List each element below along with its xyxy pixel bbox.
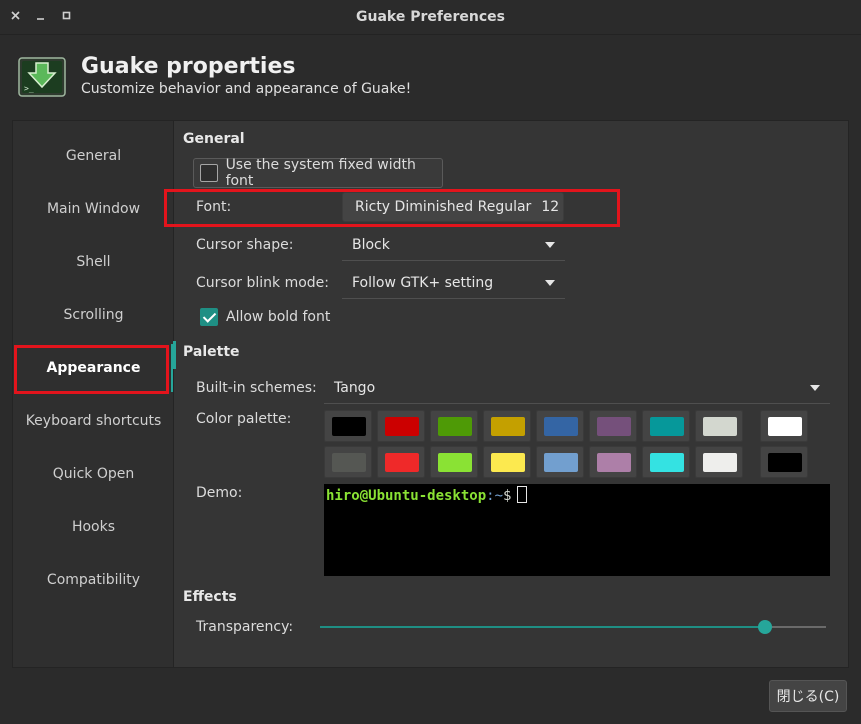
chevron-down-icon [545, 280, 555, 286]
palette-color-swatch [544, 453, 578, 472]
sidebar-item-scrolling[interactable]: Scrolling [13, 291, 174, 339]
palette-color-button[interactable] [483, 410, 531, 442]
close-button[interactable]: 閉じる(C) [769, 680, 847, 712]
palette-color-button[interactable] [536, 410, 584, 442]
palette-color-button[interactable] [695, 446, 743, 478]
system-font-check-icon[interactable] [200, 164, 218, 182]
transparency-slider[interactable] [320, 620, 826, 634]
palette-color-button[interactable] [483, 446, 531, 478]
palette-color-button[interactable] [589, 446, 637, 478]
foreground-color-swatch [768, 417, 802, 436]
bold-font-label: Allow bold font [226, 309, 331, 325]
palette-color-button[interactable] [695, 410, 743, 442]
font-name: Ricty Diminished Regular [355, 199, 532, 215]
palette-color-swatch [703, 417, 737, 436]
font-size: 12 [541, 199, 560, 215]
font-chooser-button[interactable]: Ricty Diminished Regular 12 [342, 192, 564, 222]
chevron-down-icon [545, 242, 555, 248]
palette-color-button[interactable] [324, 446, 372, 478]
foreground-color-button[interactable] [760, 410, 808, 442]
cursor-shape-dropdown[interactable]: Block [342, 229, 565, 261]
transparency-label: Transparency: [196, 619, 294, 635]
cursor-shape-label: Cursor shape: [196, 237, 294, 253]
sidebar-item-general[interactable]: General [13, 132, 174, 180]
palette-color-button[interactable] [642, 446, 690, 478]
builtin-schemes-label: Built-in schemes: [196, 380, 317, 396]
palette-color-button[interactable] [377, 446, 425, 478]
palette-color-swatch [491, 453, 525, 472]
sidebar-item-keyboard-shortcuts[interactable]: Keyboard shortcuts [13, 397, 174, 445]
section-divider [173, 341, 176, 369]
bold-font-check-icon[interactable] [200, 308, 218, 326]
palette-color-swatch [332, 417, 366, 436]
chevron-down-icon [810, 385, 820, 391]
palette-color-button[interactable] [324, 410, 372, 442]
palette-color-swatch [650, 453, 684, 472]
palette-color-swatch [332, 453, 366, 472]
transparency-slider-fill [320, 626, 766, 628]
demo-cursor [517, 486, 528, 503]
svg-text:>_: >_ [24, 84, 34, 93]
palette-color-button[interactable] [642, 410, 690, 442]
palette-color-swatch [544, 417, 578, 436]
system-font-label: Use the system fixed width font [225, 157, 416, 189]
builtin-schemes-dropdown[interactable]: Tango [324, 372, 830, 404]
sidebar-item-appearance[interactable]: Appearance [13, 344, 174, 392]
header-title: Guake properties [81, 54, 296, 79]
palette-color-swatch [703, 453, 737, 472]
guake-app-icon: >_ [18, 57, 66, 97]
section-palette-title: Palette [183, 344, 240, 360]
palette-color-swatch [597, 453, 631, 472]
cursor-blink-dropdown[interactable]: Follow GTK+ setting [342, 267, 565, 299]
palette-color-button[interactable] [430, 446, 478, 478]
palette-color-button[interactable] [589, 410, 637, 442]
palette-color-swatch [385, 417, 419, 436]
header-subtitle: Customize behavior and appearance of Gua… [81, 81, 412, 97]
palette-color-swatch [438, 417, 472, 436]
builtin-schemes-value: Tango [334, 379, 376, 396]
palette-color-swatch [597, 417, 631, 436]
sidebar-item-main-window[interactable]: Main Window [13, 185, 174, 233]
demo-user: hiro@Ubuntu-desktop [326, 488, 487, 504]
sidebar-item-quick-open[interactable]: Quick Open [13, 450, 174, 498]
sidebar-item-compatibility[interactable]: Compatibility [13, 556, 174, 604]
font-label: Font: [196, 199, 232, 215]
cursor-blink-label: Cursor blink mode: [196, 275, 329, 291]
demo-path: :~ [486, 488, 504, 504]
cursor-blink-value: Follow GTK+ setting [352, 274, 494, 291]
palette-color-button[interactable] [430, 410, 478, 442]
section-general-title: General [183, 131, 245, 147]
palette-color-swatch [650, 417, 684, 436]
demo-terminal: hiro@Ubuntu-desktop:~$ [324, 484, 830, 576]
palette-color-swatch [438, 453, 472, 472]
sidebar-item-hooks[interactable]: Hooks [13, 503, 174, 551]
demo-label: Demo: [196, 485, 243, 501]
cursor-shape-value: Block [352, 236, 390, 253]
background-color-button[interactable] [760, 446, 808, 478]
palette-color-button[interactable] [536, 446, 584, 478]
palette-color-swatch [385, 453, 419, 472]
sidebar: General Main Window Shell Scrolling Appe… [12, 120, 174, 668]
bold-font-checkbox[interactable]: Allow bold font [200, 308, 330, 326]
palette-color-button[interactable] [377, 410, 425, 442]
demo-prompt: $ [503, 488, 512, 504]
title-bar: Guake Preferences [0, 0, 861, 35]
sidebar-item-shell[interactable]: Shell [13, 238, 174, 286]
palette-color-swatch [491, 417, 525, 436]
section-effects-title: Effects [183, 589, 237, 605]
background-color-swatch [768, 453, 802, 472]
system-font-checkbox[interactable]: Use the system fixed width font [193, 157, 443, 189]
color-palette-label: Color palette: [196, 411, 292, 427]
window-title: Guake Preferences [356, 9, 505, 25]
